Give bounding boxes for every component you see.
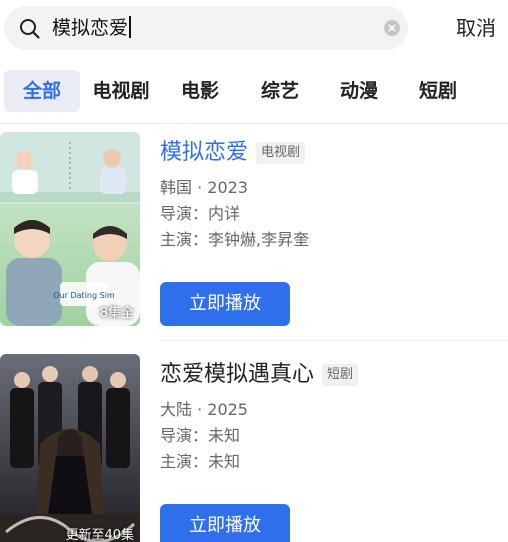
tabs-divider xyxy=(0,123,508,124)
tab-anime[interactable]: 动漫 xyxy=(329,70,389,112)
result-card[interactable]: Our Dating Sim 8集全 模拟恋爱 电视剧 韩国 · 2023 导演：… xyxy=(0,132,508,332)
director: 导演：未知 xyxy=(160,426,241,445)
category-tag: 电视剧 xyxy=(256,142,306,164)
region-year: 韩国 · 2023 xyxy=(160,178,248,197)
result-title[interactable]: 模拟恋爱 xyxy=(160,138,248,168)
tab-short-drama[interactable]: 短剧 xyxy=(408,70,468,112)
tab-tv-series[interactable]: 电视剧 xyxy=(86,70,156,112)
search-input[interactable]: 模拟恋爱 xyxy=(52,15,131,41)
search-icon xyxy=(18,17,42,41)
result-title-row: 恋爱模拟遇真心 短剧 xyxy=(160,360,359,390)
poster-image[interactable]: 更新至40集 xyxy=(0,354,140,542)
episode-badge: 更新至40集 xyxy=(65,528,134,542)
director: 导演：内详 xyxy=(160,204,241,223)
region-year: 大陆 · 2025 xyxy=(160,400,248,419)
category-tag: 短剧 xyxy=(322,364,359,386)
tab-all[interactable]: 全部 xyxy=(4,70,80,112)
play-button[interactable]: 立即播放 xyxy=(160,282,290,326)
tab-movies[interactable]: 电影 xyxy=(170,70,230,112)
cancel-button[interactable]: 取消 xyxy=(456,14,496,42)
play-button[interactable]: 立即播放 xyxy=(160,504,290,542)
result-title[interactable]: 恋爱模拟遇真心 xyxy=(160,360,314,390)
text-caret xyxy=(129,16,131,38)
cast: 主演：未知 xyxy=(160,452,241,471)
clear-icon[interactable] xyxy=(384,20,400,36)
tab-variety[interactable]: 综艺 xyxy=(250,70,310,112)
result-title-row: 模拟恋爱 电视剧 xyxy=(160,138,306,168)
search-bar[interactable]: 模拟恋爱 xyxy=(4,6,408,50)
result-divider xyxy=(160,340,508,341)
search-query: 模拟恋爱 xyxy=(52,17,129,39)
poster-image[interactable]: Our Dating Sim 8集全 xyxy=(0,132,140,326)
poster-caption: Our Dating Sim xyxy=(53,291,115,300)
cast: 主演：李钟爀,李昇奎 xyxy=(160,230,310,249)
episode-badge: 8集全 xyxy=(99,306,134,321)
result-card[interactable]: 更新至40集 恋爱模拟遇真心 短剧 大陆 · 2025 导演：未知 主演：未知 立… xyxy=(0,354,508,542)
category-tabs: 全部 电视剧 电影 综艺 动漫 短剧 xyxy=(0,70,508,114)
